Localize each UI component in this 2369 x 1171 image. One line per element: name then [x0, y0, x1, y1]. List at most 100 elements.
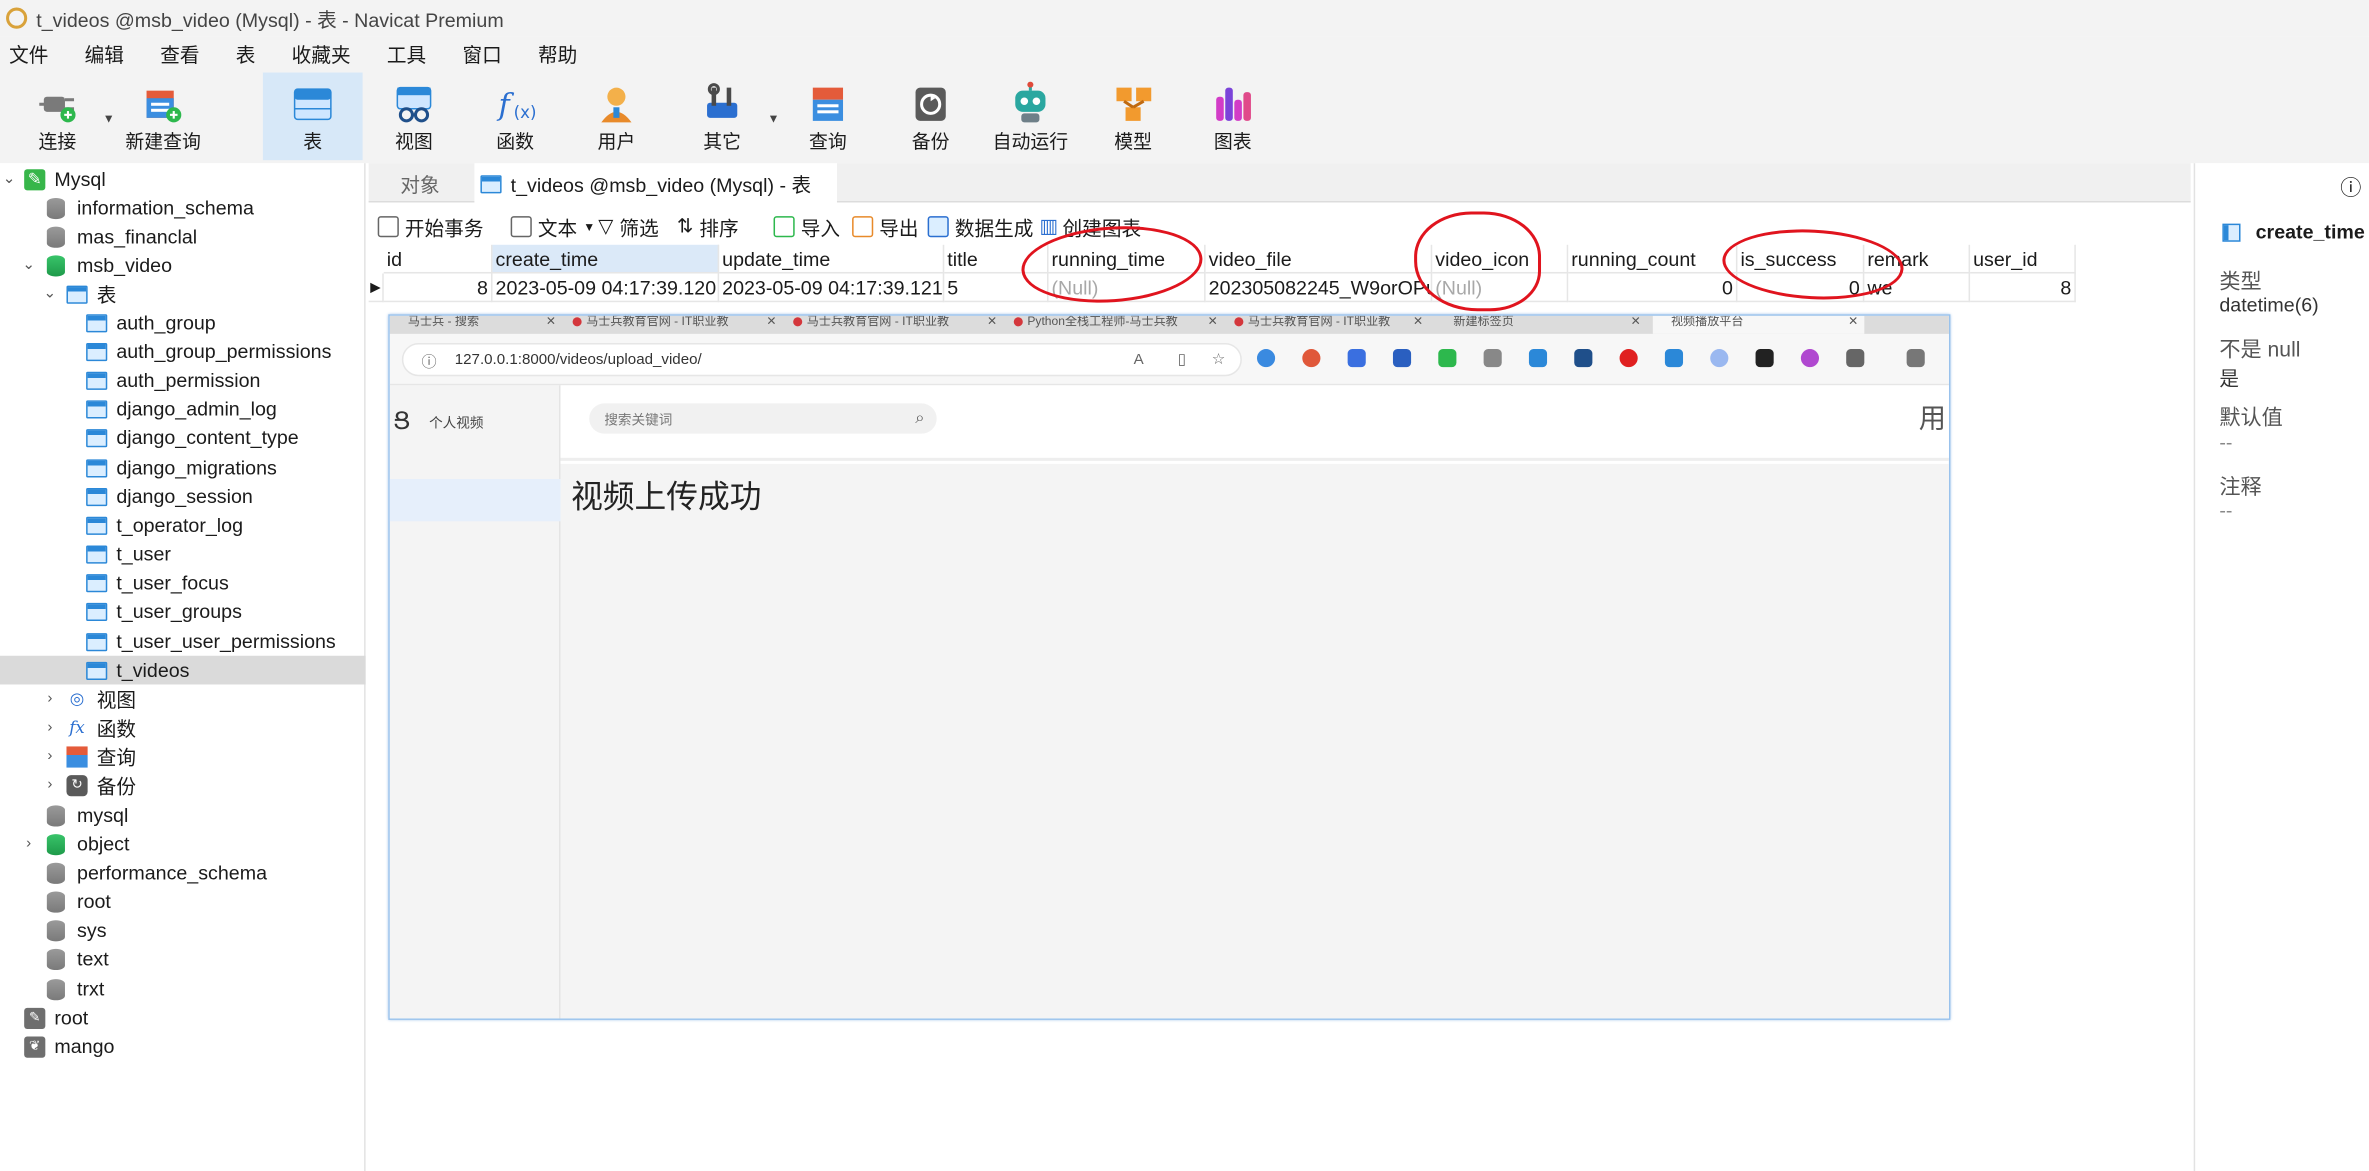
tree-db-performance-schema[interactable]: performance_schema — [0, 858, 366, 887]
extension-icon[interactable] — [1664, 349, 1684, 368]
tree-connection-mysql[interactable]: ⌄ ✎ Mysql — [0, 165, 366, 194]
tree-folder-views[interactable]: › ◎ 视图 — [0, 684, 366, 713]
tree-table-auth-group-permissions[interactable]: auth_group_permissions — [0, 337, 366, 366]
cell-video-file[interactable]: 202305082245_W9orOPu — [1205, 273, 1433, 303]
chevron-down-icon[interactable]: ⌄ — [2, 171, 17, 188]
chevron-right-icon[interactable]: › — [42, 719, 57, 736]
chevron-down-icon[interactable]: ⌄ — [21, 257, 36, 274]
cell-create-time[interactable]: 2023-05-09 04:17:39.120 — [492, 273, 720, 303]
tree-table-auth-permission[interactable]: auth_permission — [0, 366, 366, 395]
close-icon[interactable]: ✕ — [1413, 316, 1423, 328]
text-view-button[interactable]: 文本 ▼ — [510, 212, 595, 242]
browser-tab[interactable]: Python全栈工程师-马士兵教 ✕ — [1009, 316, 1224, 334]
tree-table-django-session[interactable]: django_session — [0, 482, 366, 511]
search-icon[interactable]: ⌕ — [915, 409, 924, 429]
tree-folder-queries[interactable]: › 查询 — [0, 742, 366, 771]
tree-table-t-user-groups[interactable]: t_user_groups — [0, 597, 366, 626]
info-icon[interactable]: ⓘ — [422, 348, 437, 371]
tree-connection-root[interactable]: ✎ root — [0, 1003, 366, 1032]
menu-window[interactable]: 窗口 — [453, 39, 510, 68]
tab-objects[interactable]: 对象 — [369, 163, 472, 202]
close-icon[interactable]: ✕ — [987, 316, 997, 328]
sidebar-item-personal-videos[interactable]: 个人视频 — [429, 413, 483, 433]
close-icon[interactable]: ✕ — [546, 316, 556, 328]
browser-tab[interactable]: 马士兵教育官网 - IT职业教 ✕ — [568, 316, 783, 334]
column-header-video-file[interactable]: video_file — [1205, 244, 1433, 274]
filter-button[interactable]: ▽ 筛选 — [598, 212, 658, 242]
browser-tab[interactable]: 马士兵教育官网 - IT职业教 ✕ — [1230, 316, 1429, 334]
tree-db-sys[interactable]: sys — [0, 916, 366, 945]
cell-remark[interactable]: we — [1864, 273, 1971, 303]
chart-button[interactable]: 图表 — [1203, 73, 1263, 161]
tree-table-t-videos[interactable]: t_videos — [0, 655, 366, 685]
tree-table-django-content-type[interactable]: django_content_type — [0, 423, 366, 452]
chevron-down-icon[interactable]: ⌄ — [42, 286, 57, 303]
browser-tab-active[interactable]: 视频播放平台 ✕ — [1652, 315, 1865, 334]
url-field[interactable]: ⓘ 127.0.0.1:8000/videos/upload_video/ A … — [401, 342, 1242, 377]
extension-icon[interactable] — [1619, 349, 1638, 368]
column-header-is-success[interactable]: is_success — [1737, 244, 1865, 274]
column-header-create-time[interactable]: create_time — [492, 244, 720, 274]
extension-icon[interactable] — [1438, 349, 1457, 368]
column-header-title[interactable]: title — [944, 244, 1049, 274]
tree-table-t-operator-log[interactable]: t_operator_log — [0, 511, 366, 540]
cell-running-count[interactable]: 0 — [1568, 273, 1738, 303]
cell-id[interactable]: 8 — [383, 273, 493, 303]
column-header-running-count[interactable]: running_count — [1568, 244, 1738, 274]
column-header-remark[interactable]: remark — [1864, 244, 1971, 274]
table-row[interactable]: ▶ 8 2023-05-09 04:17:39.120 2023-05-09 0… — [368, 273, 2076, 303]
tree-connection-mango[interactable]: ❦ mango — [0, 1032, 366, 1061]
tree-db-msb-video[interactable]: ⌄ msb_video — [0, 251, 366, 280]
import-button[interactable]: 导入 — [773, 212, 840, 242]
tree-db-mas-financlal[interactable]: mas_financlal — [0, 222, 366, 251]
auto-run-button[interactable]: 自动运行 — [988, 73, 1073, 161]
connect-button[interactable]: 连接 — [27, 73, 87, 161]
extension-icon[interactable] — [1755, 349, 1774, 368]
chevron-right-icon[interactable]: › — [42, 748, 57, 765]
menu-view[interactable]: 查看 — [151, 39, 208, 68]
chevron-right-icon[interactable]: › — [42, 691, 57, 708]
extension-icon[interactable] — [1392, 349, 1412, 368]
new-query-button[interactable]: 新建查询 — [124, 73, 203, 161]
avatar[interactable]: 用 — [1919, 397, 1946, 436]
menu-file[interactable]: 文件 — [0, 39, 57, 68]
extension-icon[interactable] — [1347, 349, 1366, 368]
column-header-user-id[interactable]: user_id — [1970, 244, 2076, 274]
cell-title[interactable]: 5 — [944, 273, 1049, 303]
download-icon[interactable] — [1528, 349, 1548, 368]
extension-icon[interactable] — [1483, 349, 1502, 368]
tree-db-root[interactable]: root — [0, 887, 366, 916]
read-aloud-icon[interactable]: A — [1134, 351, 1144, 368]
tree-db-trxt[interactable]: trxt — [0, 975, 366, 1004]
menu-table[interactable]: 表 — [227, 39, 265, 68]
extensions-puzzle-icon[interactable] — [1846, 349, 1865, 368]
column-header-id[interactable]: id — [383, 244, 493, 274]
tree-folder-tables[interactable]: ⌄ 表 — [0, 280, 366, 309]
query-button[interactable]: 查询 — [798, 73, 858, 161]
info-icon[interactable]: ⓘ — [2340, 172, 2361, 202]
extension-icon[interactable] — [1302, 349, 1321, 368]
extension-icon[interactable] — [1710, 349, 1729, 368]
browser-tab[interactable]: 马士兵教育官网 - IT职业教 ✕ — [789, 316, 1004, 334]
connect-dropdown-icon[interactable]: ▼ — [103, 112, 115, 126]
tree-table-django-migrations[interactable]: django_migrations — [0, 453, 366, 482]
tree-db-information-schema[interactable]: information_schema — [0, 193, 366, 222]
sort-button[interactable]: ⇅ 排序 — [677, 212, 739, 242]
tree-table-t-user-user-permissions[interactable]: t_user_user_permissions — [0, 627, 366, 656]
tab-t-videos[interactable]: t_videos @msb_video (Mysql) - 表 — [474, 163, 837, 204]
tree-table-auth-group[interactable]: auth_group — [0, 308, 366, 337]
cell-is-success[interactable]: 0 — [1737, 273, 1865, 303]
other-dropdown-icon[interactable]: ▼ — [767, 112, 779, 126]
menu-tools[interactable]: 工具 — [378, 39, 435, 68]
create-chart-button[interactable]: ▥ 创建图表 — [1039, 212, 1141, 242]
table-button[interactable]: 表 — [262, 72, 363, 161]
favorite-star-icon[interactable]: ☆ — [1212, 351, 1226, 368]
chevron-right-icon[interactable]: › — [42, 777, 57, 794]
tree-table-t-user-focus[interactable]: t_user_focus — [0, 568, 366, 597]
cell-update-time[interactable]: 2023-05-09 04:17:39.121 — [719, 273, 945, 303]
extension-icon[interactable] — [1574, 349, 1593, 368]
tree-folder-backups[interactable]: › ↻ 备份 — [0, 771, 366, 800]
chevron-right-icon[interactable]: › — [21, 836, 36, 853]
column-header-update-time[interactable]: update_time — [719, 244, 945, 274]
browser-tab[interactable]: 马士兵 - 搜索 ✕ — [390, 316, 562, 334]
